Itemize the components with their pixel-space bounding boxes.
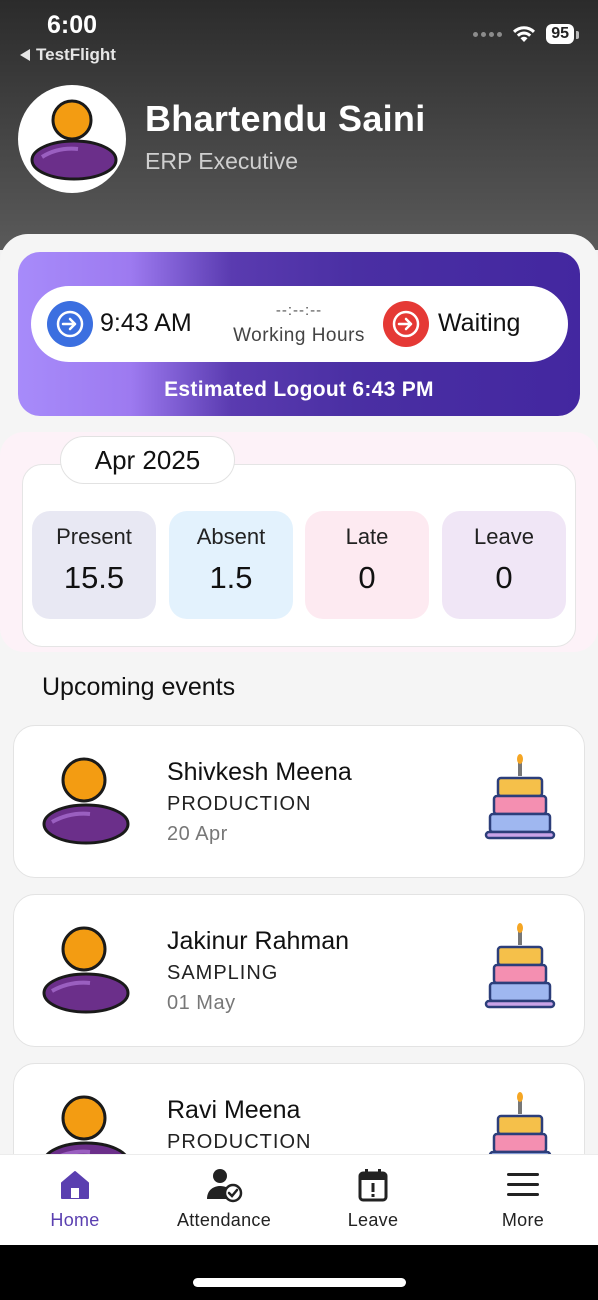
birthday-cake-icon: [484, 754, 556, 840]
stat-late[interactable]: Late 0: [305, 511, 429, 619]
birthday-cake-icon: [484, 923, 556, 1009]
battery-indicator: 95: [546, 24, 579, 44]
nav-label: Attendance: [176, 1210, 272, 1230]
home-indicator[interactable]: [193, 1278, 406, 1287]
nav-label: Leave: [347, 1210, 399, 1230]
stat-label: Leave: [474, 524, 534, 549]
event-person-name: Jakinur Rahman: [167, 927, 350, 955]
status-indicators: 95: [473, 24, 579, 44]
profile-role: ERP Executive: [145, 148, 298, 174]
punch-in-icon[interactable]: [47, 301, 93, 347]
user-avatar-icon: [42, 926, 130, 1014]
user-avatar-icon: [30, 99, 118, 181]
stat-value: 0: [495, 560, 513, 595]
working-hours-value: --:--:--: [275, 302, 323, 319]
nav-attendance[interactable]: Attendance: [164, 1165, 284, 1231]
event-person-name: Ravi Meena: [167, 1096, 301, 1124]
stat-value: 15.5: [63, 560, 125, 595]
stat-label: Absent: [196, 524, 266, 549]
nav-label: Home: [50, 1210, 100, 1230]
wifi-icon: [513, 26, 536, 42]
back-to-testflight-link[interactable]: TestFlight: [20, 45, 116, 65]
home-icon: [61, 1171, 89, 1199]
nav-more[interactable]: More: [463, 1165, 583, 1231]
punch-in-time: 9:43 AM: [100, 309, 192, 337]
working-hours-label: Working Hours: [233, 325, 365, 346]
event-card[interactable]: Shivkesh Meena PRODUCTION 20 Apr: [13, 725, 585, 878]
profile-avatar[interactable]: [18, 85, 126, 193]
event-date: 01 May: [167, 992, 236, 1014]
nav-home[interactable]: Home: [15, 1165, 135, 1231]
status-time: 6:00: [47, 11, 98, 39]
punch-out-status: Waiting: [438, 309, 521, 337]
event-department: PRODUCTION: [167, 1131, 312, 1153]
stat-absent[interactable]: Absent 1.5: [169, 511, 293, 619]
user-avatar-icon: [42, 757, 130, 845]
month-selector[interactable]: Apr 2025: [60, 436, 235, 484]
stat-present[interactable]: Present 15.5: [32, 511, 156, 619]
stat-label: Late: [345, 524, 389, 549]
punch-out-icon[interactable]: [383, 301, 429, 347]
stat-value: 0: [358, 560, 376, 595]
event-person-name: Shivkesh Meena: [167, 758, 352, 786]
upcoming-events-title: Upcoming events: [42, 673, 236, 701]
stat-value: 1.5: [209, 560, 253, 595]
event-card[interactable]: Jakinur Rahman SAMPLING 01 May: [13, 894, 585, 1047]
event-department: SAMPLING: [167, 962, 279, 984]
back-app-label: TestFlight: [36, 45, 116, 64]
nav-leave[interactable]: Leave: [313, 1165, 433, 1231]
cellular-signal-icon: [473, 31, 503, 37]
system-bottom-bar: [0, 1245, 598, 1300]
estimated-logout: Estimated Logout 6:43 PM: [164, 378, 434, 401]
back-arrow-icon: [20, 49, 30, 61]
app-screen: 6:00 TestFlight 95 Bhartendu Saini ERP E…: [0, 0, 598, 1300]
nav-label: More: [501, 1210, 545, 1230]
stat-label: Present: [56, 524, 132, 549]
event-date: 20 Apr: [167, 823, 228, 845]
menu-icon: [507, 1173, 539, 1196]
profile-name: Bhartendu Saini: [145, 98, 426, 139]
calendar-alert-icon: [358, 1169, 388, 1202]
attendance-icon: [207, 1169, 243, 1203]
stat-leave[interactable]: Leave 0: [442, 511, 566, 619]
event-department: PRODUCTION: [167, 793, 312, 815]
